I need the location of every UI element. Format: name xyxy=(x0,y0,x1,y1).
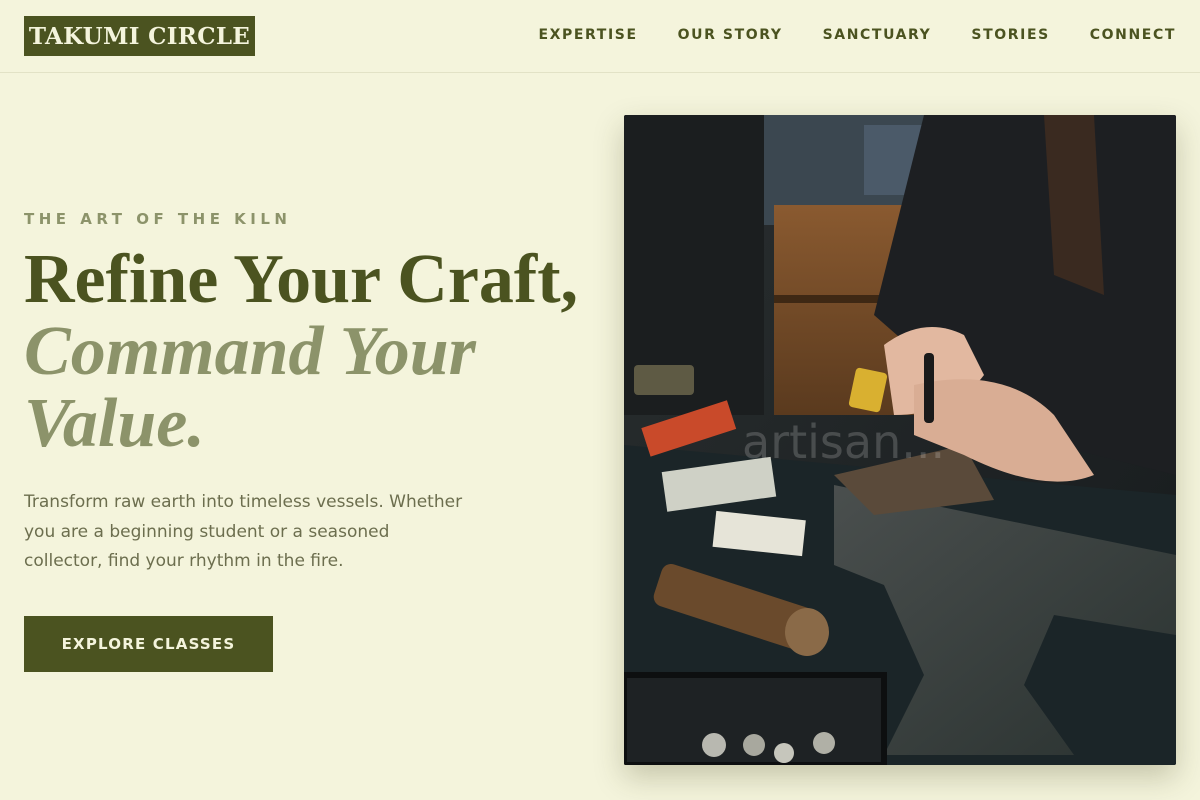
explore-classes-button[interactable]: EXPLORE CLASSES xyxy=(24,616,273,672)
headline-line-3: Value. xyxy=(24,385,205,462)
headline-line-1: Refine Your Craft, xyxy=(24,241,579,318)
image-watermark: artisan... xyxy=(742,415,946,469)
nav-link-our-story[interactable]: OUR STORY xyxy=(678,27,783,43)
nav-link-connect[interactable]: CONNECT xyxy=(1090,27,1176,43)
top-navigation-bar: TAKUMI CIRCLE EXPERTISE OUR STORY SANCTU… xyxy=(0,0,1200,73)
hero-photo-artisan-workbench: artisan... xyxy=(624,115,1176,765)
primary-nav: EXPERTISE OUR STORY SANCTUARY STORIES CO… xyxy=(538,27,1176,43)
hero-eyebrow: THE ART OF THE KILN xyxy=(24,210,292,228)
hero-headline: Refine Your Craft, Command Your Value. xyxy=(24,244,604,460)
headline-line-2: Command Your xyxy=(24,313,476,390)
brand-logo[interactable]: TAKUMI CIRCLE xyxy=(24,16,255,56)
nav-link-stories[interactable]: STORIES xyxy=(971,27,1049,43)
nav-link-sanctuary[interactable]: SANCTUARY xyxy=(823,27,932,43)
nav-link-expertise[interactable]: EXPERTISE xyxy=(538,27,637,43)
hero-description: Transform raw earth into timeless vessel… xyxy=(24,492,463,571)
